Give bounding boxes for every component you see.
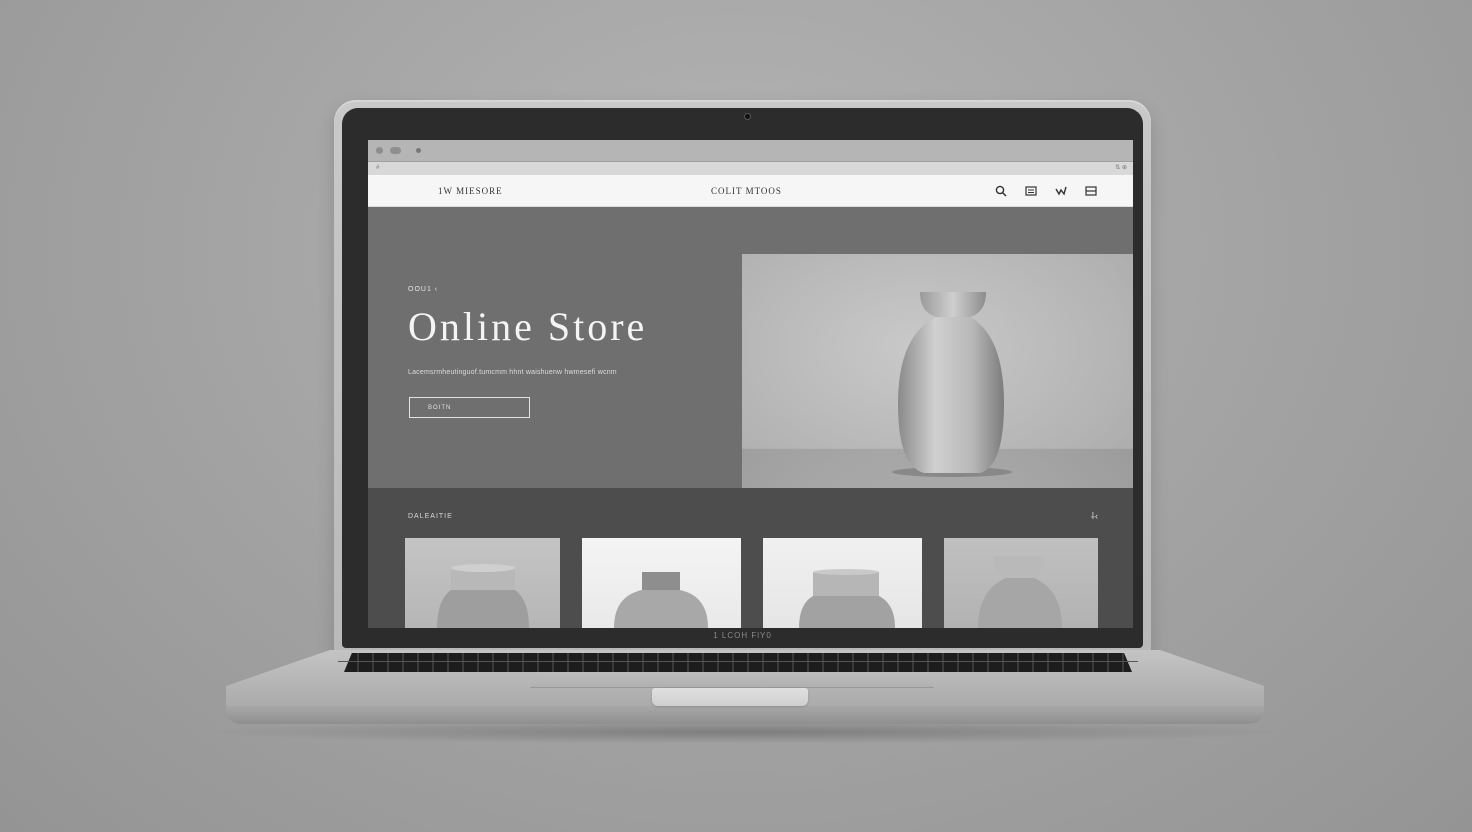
keyboard <box>344 653 1132 672</box>
laptop-base <box>226 650 1264 726</box>
hero-section: OOU1 ‹ Online Store Lacemsrmheutinguof.t… <box>368 207 1133 488</box>
list-icon[interactable] <box>1025 185 1037 197</box>
scene: # ⇅ ⊕ 1W MIESORE COLIT MTOOS OOU1 ‹ Onli… <box>0 0 1472 832</box>
lid-brand-label: 1 LCOH FlY0 <box>713 631 772 640</box>
hero-product-image <box>742 254 1133 488</box>
product-card-1[interactable] <box>405 538 560 628</box>
window-titlebar <box>368 140 1133 162</box>
product-image-3 <box>799 569 895 628</box>
screen-bezel: # ⇅ ⊕ 1W MIESORE COLIT MTOOS OOU1 ‹ Onli… <box>342 108 1143 648</box>
window-close-button[interactable] <box>376 147 383 154</box>
hero-cta-button[interactable]: BOITN <box>409 397 530 418</box>
share-icon[interactable] <box>1055 185 1067 197</box>
product-image-1 <box>437 564 529 628</box>
brand-logo[interactable]: 1W MIESORE <box>438 175 503 207</box>
hero-eyebrow: OOU1 ‹ <box>408 286 439 293</box>
laptop-front-edge <box>226 706 1264 724</box>
browser-window: # ⇅ ⊕ 1W MIESORE COLIT MTOOS OOU1 ‹ Onli… <box>368 140 1133 628</box>
collection-section: DALEAITIE ⸸‹ <box>368 488 1133 628</box>
menu-icon[interactable] <box>1085 185 1097 197</box>
collection-arrow-icon[interactable]: ⸸‹ <box>1091 509 1098 522</box>
product-card-3[interactable] <box>763 538 922 628</box>
nav-center-link[interactable]: COLIT MTOOS <box>711 175 782 207</box>
hero-title: Online Store <box>408 304 648 349</box>
collection-title: DALEAITIE <box>408 513 453 520</box>
webcam <box>744 113 751 120</box>
site-header: 1W MIESORE COLIT MTOOS <box>368 175 1133 207</box>
address-bar[interactable]: # ⇅ ⊕ <box>368 162 1133 175</box>
trackpad[interactable] <box>530 672 934 688</box>
product-card-4[interactable] <box>944 538 1098 628</box>
header-icons <box>995 185 1097 197</box>
window-maximize-button[interactable] <box>416 148 421 153</box>
laptop-lid-notch <box>652 688 808 706</box>
keyboard-row-divider <box>338 661 1138 662</box>
hero-subtitle: Lacemsrmheutinguof.tumcmm hhnt waishuenw… <box>408 369 617 376</box>
address-text: # <box>376 165 380 171</box>
product-image-2 <box>614 572 708 628</box>
search-icon[interactable] <box>995 185 1007 197</box>
laptop-lid: # ⇅ ⊕ 1W MIESORE COLIT MTOOS OOU1 ‹ Onli… <box>334 100 1151 656</box>
product-image-4 <box>978 556 1062 628</box>
product-card-2[interactable] <box>582 538 741 628</box>
vase-illustration <box>892 291 1012 477</box>
address-actions[interactable]: ⇅ ⊕ <box>1115 162 1127 175</box>
window-minimize-button[interactable] <box>390 147 401 154</box>
